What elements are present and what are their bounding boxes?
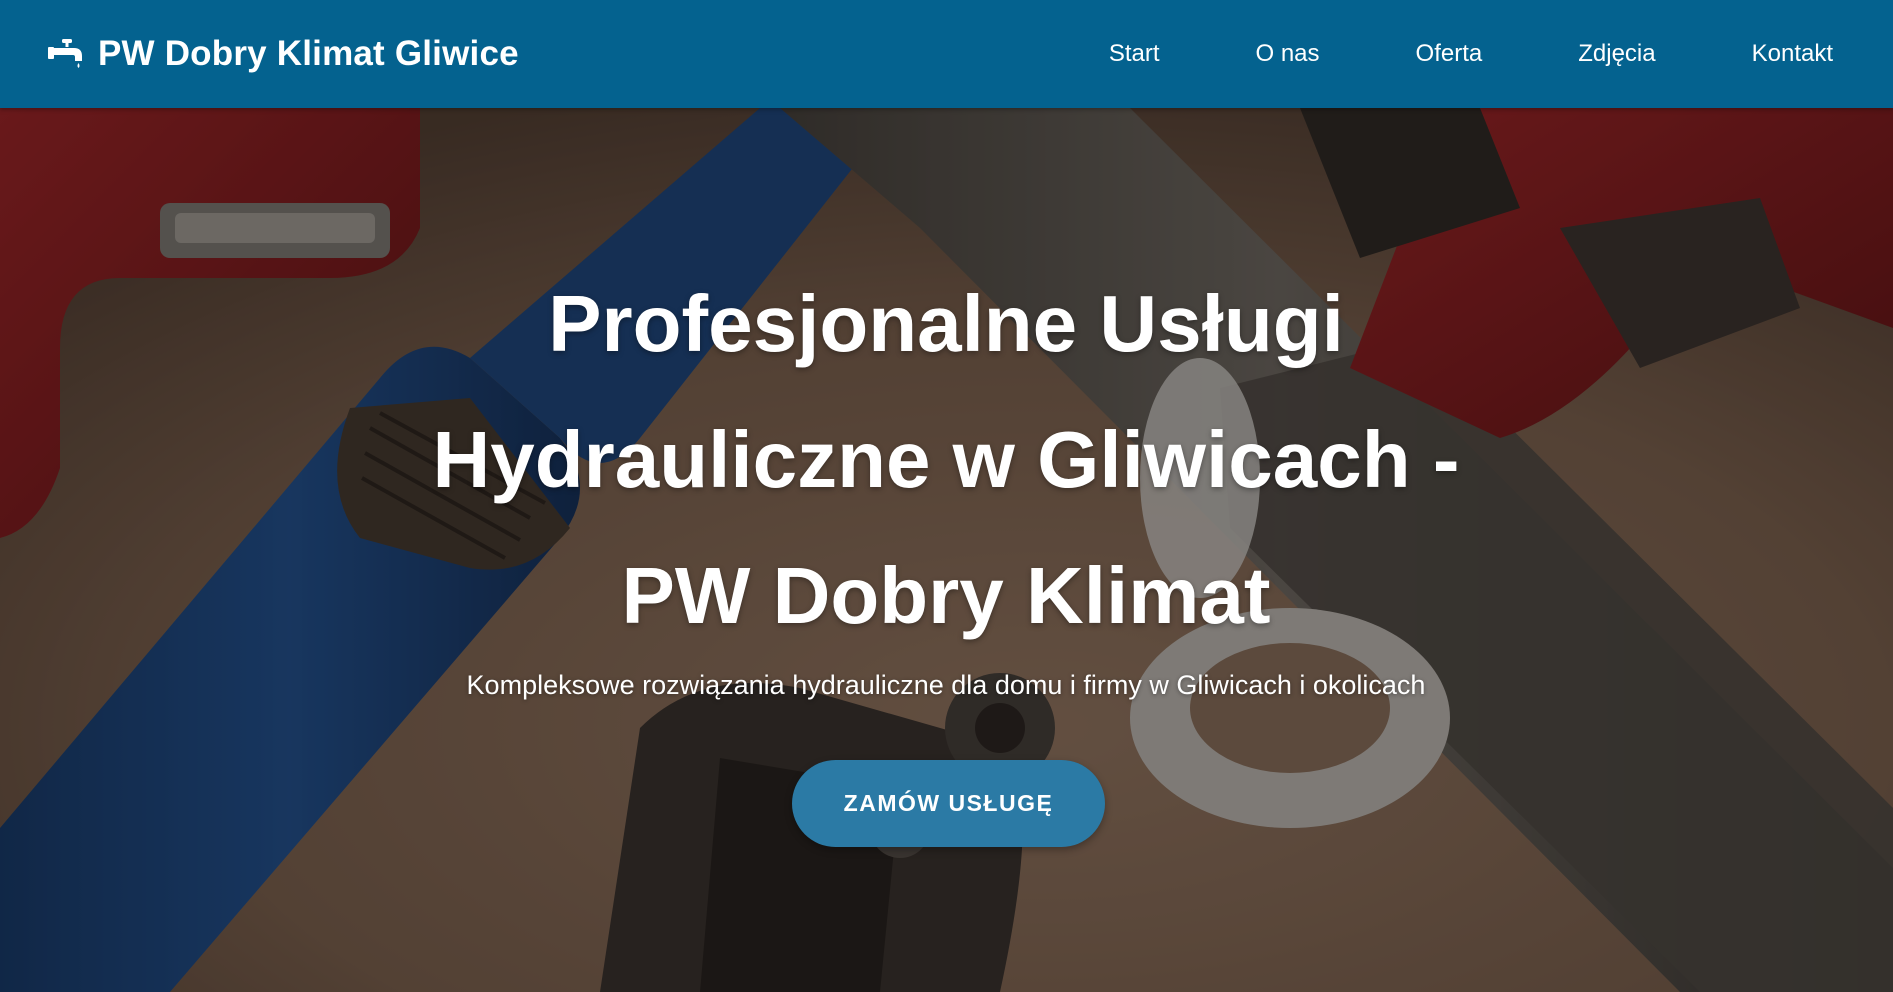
- nav-item: Zdjęcia: [1578, 40, 1655, 68]
- hero-section: Profesjonalne Usługi Hydrauliczne w Gliw…: [0, 108, 1893, 992]
- hero-subtitle: Kompleksowe rozwiązania hydrauliczne dla…: [466, 670, 1426, 700]
- navbar: PW Dobry Klimat Gliwice Start O nas Ofer…: [0, 0, 1893, 108]
- hero-title: Profesjonalne Usługi Hydrauliczne w Gliw…: [432, 279, 1460, 640]
- faucet-icon: [48, 39, 82, 68]
- hero-content: Profesjonalne Usługi Hydrauliczne w Gliw…: [0, 108, 1893, 992]
- main-nav: Start O nas Oferta Zdjęcia Kontakt: [1109, 40, 1833, 68]
- nav-link-zdjecia[interactable]: Zdjęcia: [1578, 40, 1655, 67]
- nav-item: O nas: [1256, 40, 1320, 68]
- nav-link-o-nas[interactable]: O nas: [1256, 40, 1320, 67]
- brand-name: PW Dobry Klimat Gliwice: [98, 34, 519, 73]
- nav-item: Start: [1109, 40, 1160, 68]
- nav-link-kontakt[interactable]: Kontakt: [1752, 40, 1833, 67]
- brand-link[interactable]: PW Dobry Klimat Gliwice: [48, 34, 519, 74]
- order-service-button[interactable]: ZAMÓW USŁUGĘ: [792, 760, 1105, 847]
- nav-link-oferta[interactable]: Oferta: [1416, 40, 1483, 67]
- nav-link-start[interactable]: Start: [1109, 40, 1160, 67]
- nav-item: Oferta: [1416, 40, 1483, 68]
- nav-item: Kontakt: [1752, 40, 1833, 68]
